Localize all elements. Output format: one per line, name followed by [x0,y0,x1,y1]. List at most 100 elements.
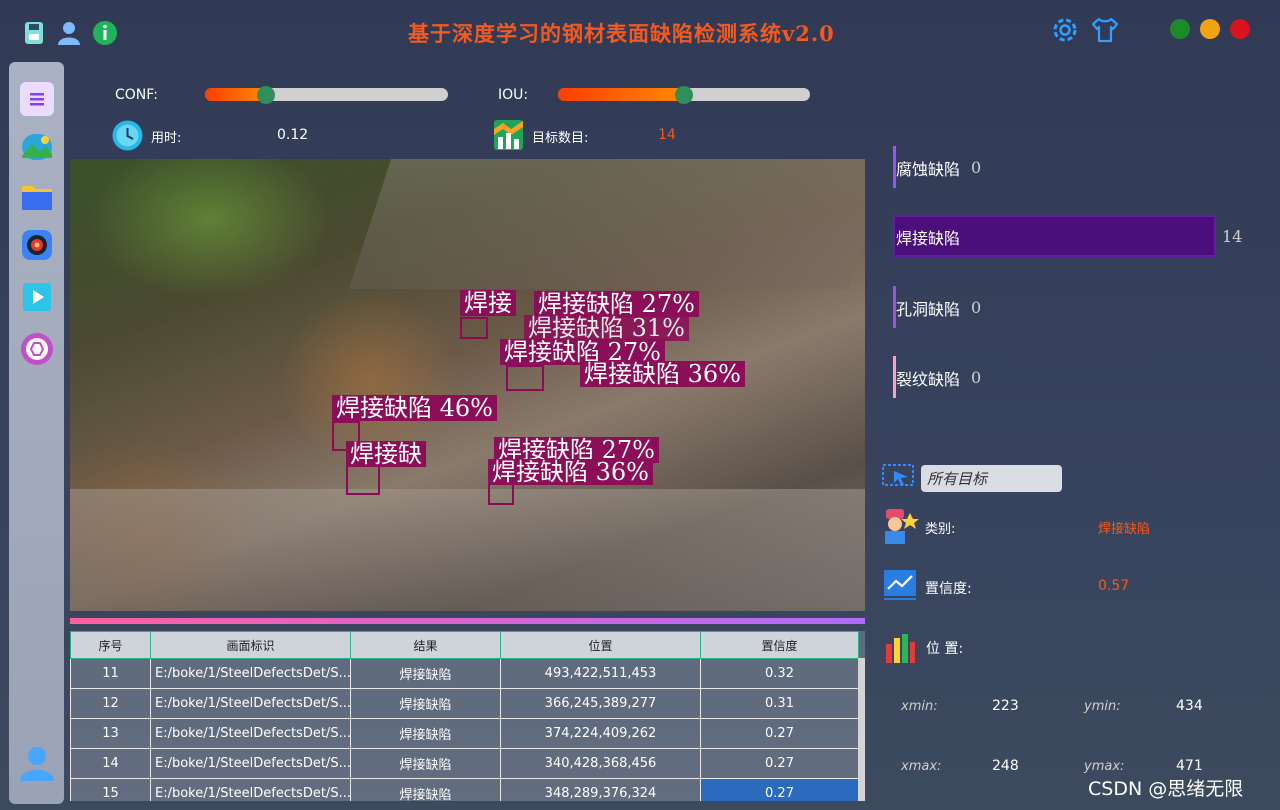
cell-path[interactable]: E:/boke/1/SteelDefectsDet/S... [150,688,351,719]
user-icon[interactable] [56,20,82,46]
cell-id[interactable]: 12 [70,688,151,719]
save-icon[interactable] [22,20,48,46]
xmin-value: 223 [992,698,1019,714]
minimize-button[interactable] [1170,19,1190,39]
target-filter-select[interactable]: 所有目标 [921,465,1062,492]
menu-icon[interactable] [20,82,54,116]
detection-box [460,317,488,339]
steel-ledge-shape [70,489,865,611]
app-title: 基于深度学习的钢材表面缺陷检测系统v2.0 [408,21,835,46]
cell-confidence[interactable]: 0.31 [700,688,859,719]
close-button[interactable] [1230,19,1250,39]
chart-icon [493,119,524,151]
cell-id[interactable]: 14 [70,748,151,779]
ymax-value: 471 [1176,758,1203,774]
col-header-source[interactable]: 画面标识 [150,631,351,659]
cell-result[interactable]: 焊接缺陷 [350,718,501,749]
cell-confidence-selected[interactable]: 0.27 [700,778,859,801]
steel-beam-shape [348,159,865,289]
detection-box [506,365,544,391]
class-bar-count: 14 [1222,227,1243,246]
folder-icon[interactable] [20,180,54,214]
table-row[interactable]: 12 E:/boke/1/SteelDefectsDet/S... 焊接缺陷 3… [70,688,859,719]
col-header-confidence[interactable]: 置信度 [700,631,859,659]
col-header-result[interactable]: 结果 [350,631,501,659]
clock-icon [111,119,144,152]
cell-position[interactable]: 348,289,376,324 [500,778,701,801]
cell-id[interactable]: 15 [70,778,151,801]
detection-label: 焊接缺陷 46% [332,395,497,421]
position-label: 位 置: [926,641,964,657]
table-header-row: 序号 画面标识 结果 位置 置信度 [70,631,859,659]
sidebar [9,62,64,804]
target-select-icon [882,463,914,489]
count-value: 14 [658,127,676,143]
class-bar-label: 腐蚀缺陷 [896,160,961,179]
cell-id[interactable]: 11 [70,658,151,689]
image-view[interactable]: 焊接 焊接缺陷 27% 焊接缺陷 31% 焊接缺陷 27% 焊接缺陷 36% 焊… [70,159,865,611]
cell-path[interactable]: E:/boke/1/SteelDefectsDet/S... [150,748,351,779]
detection-label: 焊接 [460,290,516,316]
class-value: 焊接缺陷 [1098,522,1151,537]
table-row[interactable]: 14 E:/boke/1/SteelDefectsDet/S... 焊接缺陷 3… [70,748,859,779]
detection-label: 焊接缺 [346,441,426,467]
time-value: 0.12 [277,127,309,143]
count-label: 目标数目: [532,131,589,146]
xmin-label: xmin: [901,699,938,714]
conf-slider-knob[interactable] [257,86,275,104]
cell-result[interactable]: 焊接缺陷 [350,748,501,779]
result-table[interactable]: 序号 画面标识 结果 位置 置信度 11 E:/boke/1/SteelDefe… [70,631,865,801]
cell-position[interactable]: 493,422,511,453 [500,658,701,689]
xmax-value: 248 [992,758,1019,774]
model-icon[interactable] [20,332,54,366]
cell-id[interactable]: 13 [70,718,151,749]
ymin-label: ymin: [1084,699,1121,714]
class-bar-label: 焊接缺陷 [896,229,961,248]
camera-icon[interactable] [20,228,54,262]
cell-result[interactable]: 焊接缺陷 [350,778,501,801]
theme-shirt-icon[interactable] [1090,15,1120,45]
cell-confidence[interactable]: 0.27 [700,718,859,749]
iou-slider[interactable] [558,86,810,104]
location-bars-icon [884,632,916,664]
worker-icon [882,507,920,545]
class-bar-count: 0 [971,298,982,317]
cell-confidence[interactable]: 0.27 [700,748,859,779]
col-header-position[interactable]: 位置 [500,631,701,659]
table-scrollbar[interactable] [858,658,865,801]
progress-bar [70,618,865,624]
video-play-icon[interactable] [20,280,54,314]
cell-result[interactable]: 焊接缺陷 [350,688,501,719]
detection-label: 焊接缺陷 36% [580,361,745,387]
user-avatar-icon[interactable] [18,744,56,782]
conf-slider[interactable] [205,86,448,104]
cell-path[interactable]: E:/boke/1/SteelDefectsDet/S... [150,778,351,801]
cell-position[interactable]: 340,428,368,456 [500,748,701,779]
col-header-id[interactable]: 序号 [70,631,151,659]
class-bar-label: 裂纹缺陷 [896,370,961,389]
conf-label: CONF: [115,87,158,103]
cell-position[interactable]: 374,224,409,262 [500,718,701,749]
confidence-icon [883,569,917,601]
info-icon[interactable] [92,20,118,46]
image-icon[interactable] [20,130,54,164]
cell-confidence[interactable]: 0.32 [700,658,859,689]
table-row[interactable]: 13 E:/boke/1/SteelDefectsDet/S... 焊接缺陷 3… [70,718,859,749]
table-row-selected[interactable]: 15 E:/boke/1/SteelDefectsDet/S... 焊接缺陷 3… [70,778,859,801]
detection-box [346,465,380,495]
xmax-label: xmax: [901,759,942,774]
confidence-value: 0.57 [1098,578,1130,594]
cell-result[interactable]: 焊接缺陷 [350,658,501,689]
class-bar-label: 孔洞缺陷 [896,300,961,319]
cell-path[interactable]: E:/boke/1/SteelDefectsDet/S... [150,658,351,689]
cell-path[interactable]: E:/boke/1/SteelDefectsDet/S... [150,718,351,749]
table-row[interactable]: 11 E:/boke/1/SteelDefectsDet/S... 焊接缺陷 4… [70,658,859,689]
iou-label: IOU: [498,87,529,103]
watermark: CSDN @思绪无限 [1088,778,1244,800]
cell-position[interactable]: 366,245,389,277 [500,688,701,719]
class-bar-count: 0 [971,368,982,387]
maximize-button[interactable] [1200,19,1220,39]
class-label: 类别: [925,522,956,537]
settings-gear-icon[interactable] [1050,15,1080,45]
iou-slider-knob[interactable] [675,86,693,104]
